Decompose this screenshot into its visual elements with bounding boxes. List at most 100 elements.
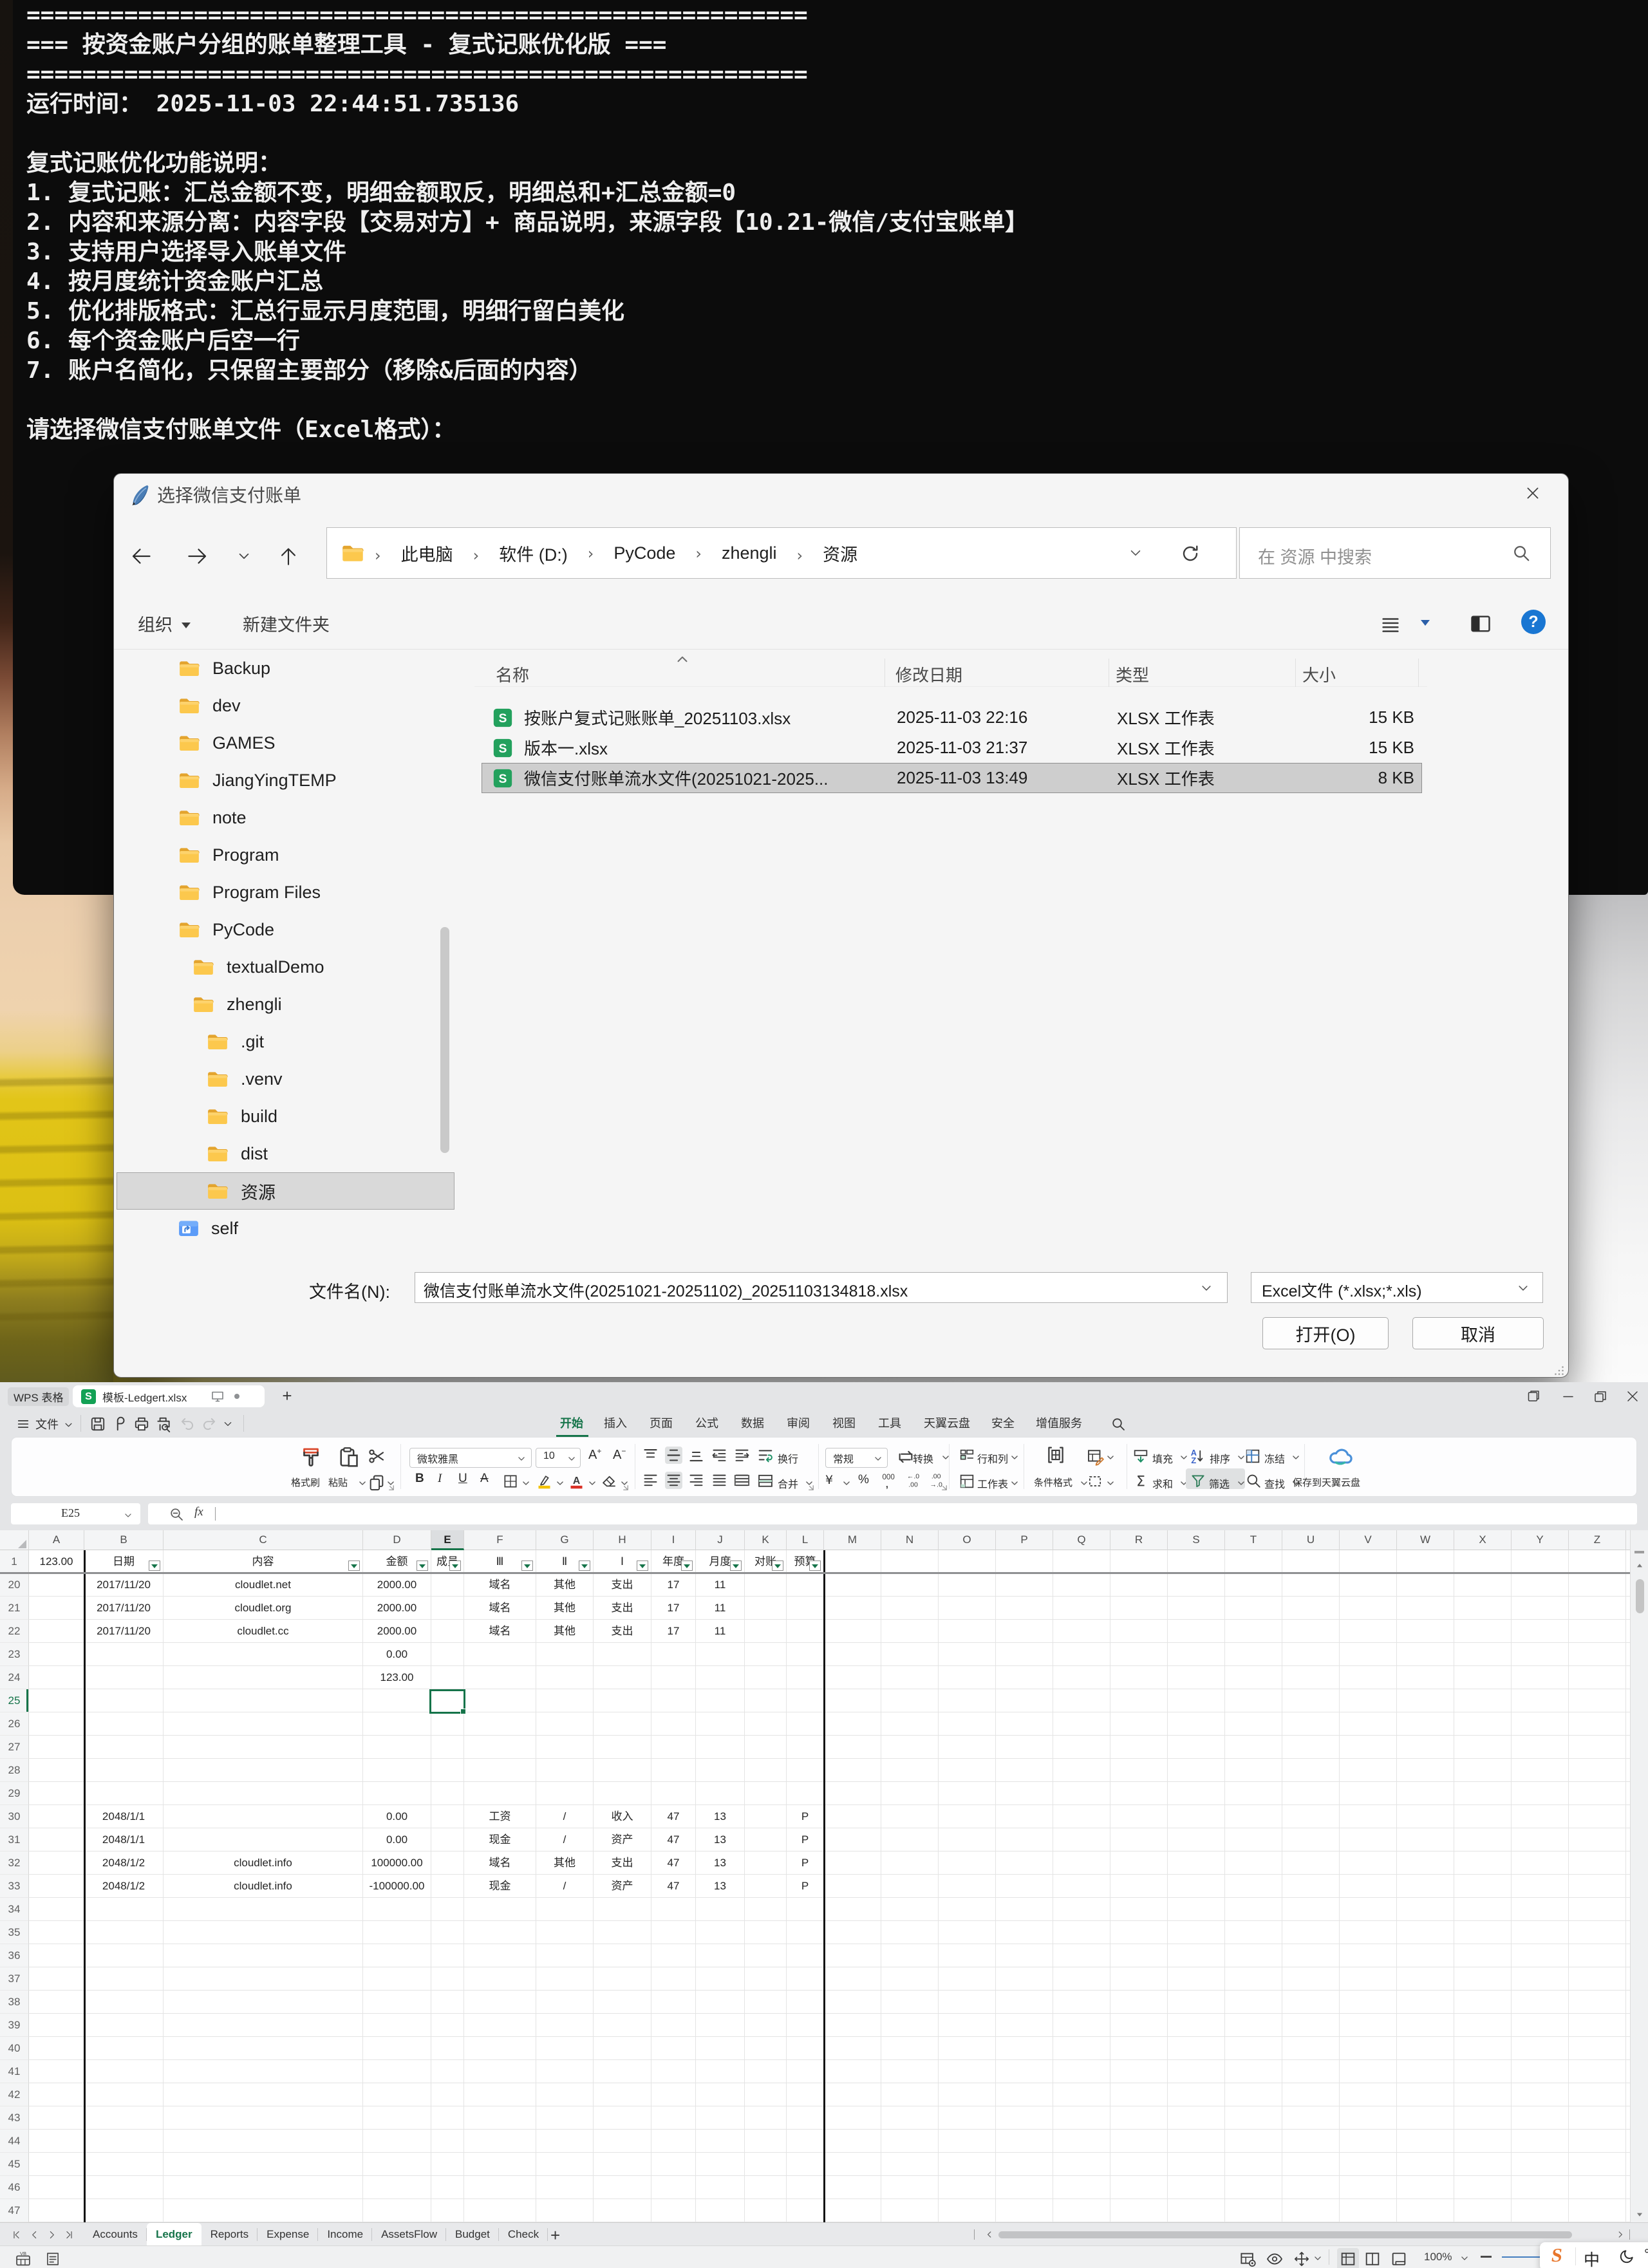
grid-cell[interactable] (29, 1967, 84, 1991)
grid-cell[interactable] (84, 2083, 164, 2106)
grid-cell[interactable] (536, 1991, 594, 2014)
tree-item[interactable]: dev (117, 687, 454, 724)
grid-cell[interactable]: 其他 (536, 1597, 594, 1620)
align-distributed-button[interactable] (733, 1472, 751, 1489)
column-header[interactable]: G (536, 1530, 594, 1550)
grid-cell[interactable] (464, 2037, 536, 2060)
ribbon-search-button[interactable] (1110, 1416, 1126, 1432)
read-mode-button[interactable] (1266, 2250, 1284, 2268)
grid-cell[interactable] (787, 1597, 824, 1620)
grid-cell[interactable] (594, 1944, 651, 1967)
grid-cell[interactable] (696, 1759, 745, 1782)
grid-cell[interactable] (84, 2037, 164, 2060)
font-color-button[interactable]: A (568, 1472, 585, 1490)
grid-cell[interactable] (536, 1712, 594, 1736)
minimize-button[interactable] (1560, 1389, 1576, 1404)
tree-item[interactable]: build (117, 1098, 454, 1135)
currency-dropdown-icon[interactable] (842, 1479, 851, 1488)
dialog-close-button[interactable] (1517, 479, 1548, 507)
grid-cell[interactable] (594, 1898, 651, 1921)
grid-cell[interactable] (363, 1944, 431, 1967)
grid-cell[interactable]: 域名 (464, 1597, 536, 1620)
breadcrumb-segment[interactable]: ›PyCode (580, 543, 688, 563)
grid-cell[interactable] (431, 1875, 464, 1898)
grid-cell[interactable] (29, 2176, 84, 2199)
sheet-tab[interactable]: Accounts (84, 2223, 147, 2246)
grid-cell[interactable] (464, 2060, 536, 2083)
row-header[interactable]: 39 (0, 2014, 29, 2037)
cloud-save-icon[interactable] (1327, 1443, 1353, 1468)
grid-cell[interactable] (363, 2083, 431, 2106)
column-header[interactable]: J (696, 1530, 745, 1550)
ime-punctuation-icon[interactable]: °, (1644, 2246, 1648, 2263)
grid-cell[interactable] (431, 1736, 464, 1759)
grid-cell[interactable]: 13 (696, 1805, 745, 1828)
tree-item[interactable]: textualDemo (117, 948, 454, 986)
grid-cell[interactable] (431, 1643, 464, 1666)
grid-cell[interactable] (787, 1573, 824, 1597)
grid-cell[interactable] (745, 2106, 787, 2130)
grid-cell[interactable] (363, 1712, 431, 1736)
grid-cell[interactable]: 其他 (536, 1620, 594, 1643)
prev-sheet-button[interactable] (29, 2229, 40, 2240)
header-cell[interactable]: 成员 (431, 1550, 464, 1573)
decrease-indent-button[interactable] (711, 1447, 728, 1464)
view-mode-dropdown-icon[interactable] (1421, 620, 1430, 626)
row-header[interactable]: 40 (0, 2037, 29, 2060)
row-header[interactable]: 22 (0, 1620, 29, 1643)
grid-cell[interactable] (464, 1944, 536, 1967)
find-button[interactable]: 查找 (1264, 1476, 1285, 1491)
vertical-scrollbar[interactable] (1630, 1530, 1648, 2222)
grid-cell[interactable] (29, 2153, 84, 2176)
grid-cell[interactable] (29, 1851, 84, 1875)
row-header[interactable]: 35 (0, 1921, 29, 1944)
grid-cell[interactable]: 2017/11/20 (84, 1573, 164, 1597)
column-header[interactable]: O (939, 1530, 996, 1550)
vscroll-thumb[interactable] (1636, 1579, 1644, 1613)
breadcrumb-label[interactable]: 软件 (D:) (487, 545, 579, 565)
window-layout-button[interactable] (1526, 1389, 1541, 1404)
row-header[interactable]: 24 (0, 1666, 29, 1689)
grid-cell[interactable] (431, 1805, 464, 1828)
grid-cell[interactable] (29, 2083, 84, 2106)
grid-cell[interactable] (29, 2060, 84, 2083)
row-header[interactable]: 26 (0, 1712, 29, 1736)
column-header[interactable]: U (1282, 1530, 1340, 1550)
sheet-tab[interactable]: Check (499, 2223, 548, 2246)
grid-cell[interactable] (84, 2176, 164, 2199)
grid-cell[interactable] (594, 2083, 651, 2106)
sheet-tab[interactable]: Reports (201, 2223, 258, 2246)
grid-cell[interactable] (787, 1991, 824, 2014)
grid-cell[interactable]: 2000.00 (363, 1573, 431, 1597)
grid-cell[interactable] (464, 1759, 536, 1782)
grid-cell[interactable] (464, 2199, 536, 2222)
grid-cell[interactable]: 2000.00 (363, 1597, 431, 1620)
cut-button[interactable] (367, 1447, 386, 1466)
group-dialog-launcher-icon[interactable] (388, 1484, 394, 1490)
grid-cell[interactable]: P (787, 1805, 824, 1828)
grid-cell[interactable] (745, 1620, 787, 1643)
grid-cell[interactable] (431, 2130, 464, 2153)
grid-cell[interactable] (84, 2130, 164, 2153)
notes-button[interactable] (44, 2250, 62, 2268)
grid-cell[interactable] (651, 1712, 696, 1736)
grid-cell[interactable]: 11 (696, 1620, 745, 1643)
last-sheet-button[interactable] (64, 2229, 75, 2240)
grid-cell[interactable] (29, 1805, 84, 1828)
grid-cell[interactable] (431, 1921, 464, 1944)
tree-item[interactable]: Program (117, 836, 454, 874)
grid-cell[interactable] (594, 1991, 651, 2014)
grid-cell[interactable] (594, 2199, 651, 2222)
tree-item[interactable]: GAMES (117, 724, 454, 762)
grid-cell[interactable] (536, 1643, 594, 1666)
sheet-tab[interactable]: Ledger (147, 2223, 201, 2246)
borders-dropdown-icon[interactable] (521, 1479, 530, 1488)
address-bar[interactable]: ›此电脑›软件 (D:)›PyCode›zhengli›资源 (326, 527, 1237, 579)
grid-cell[interactable] (787, 1689, 824, 1712)
grid-cell[interactable] (164, 1967, 363, 1991)
grid-cell[interactable] (29, 1643, 84, 1666)
grid-cell[interactable] (164, 1805, 363, 1828)
grid-cell[interactable] (536, 2083, 594, 2106)
row-header[interactable]: 31 (0, 1828, 29, 1851)
grid-cell[interactable] (696, 2014, 745, 2037)
